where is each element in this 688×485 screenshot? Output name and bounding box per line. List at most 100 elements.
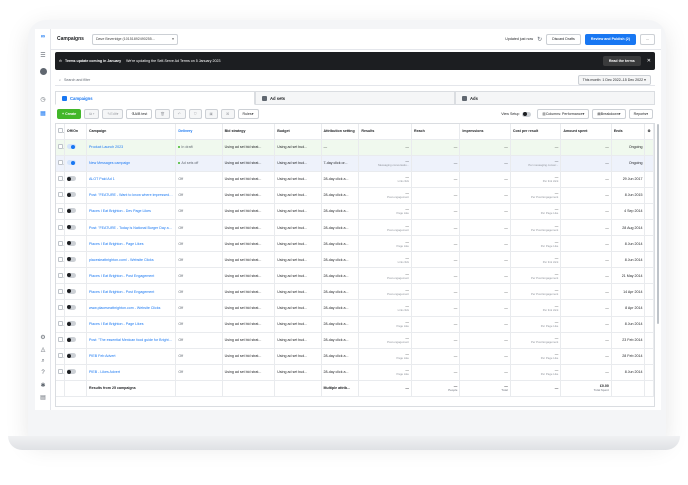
row-checkbox[interactable] <box>56 283 65 301</box>
campaign-toggle[interactable] <box>64 155 87 172</box>
table-row[interactable]: Places I Eat Brighton - Page Likes Off Usi… <box>56 235 654 253</box>
discard-drafts-button[interactable]: Discard Drafts <box>546 33 581 45</box>
tag-icon[interactable]: ⌘ <box>220 109 235 119</box>
campaign-toggle[interactable] <box>64 348 87 365</box>
columns-button[interactable]: ▥ Columns: Performance ▾ <box>537 109 590 119</box>
col-amount-spent[interactable]: Amount spent <box>560 124 612 140</box>
campaign-name-link[interactable]: Places I Eat Brighton - Post Engagement <box>86 283 177 301</box>
col-off-on[interactable]: Off/On <box>64 124 87 140</box>
col-attribution[interactable]: Attribution setting <box>321 124 360 140</box>
row-checkbox[interactable] <box>56 251 65 269</box>
read-terms-button[interactable]: Read the terms <box>602 56 641 66</box>
menu-icon[interactable]: ☰ <box>39 51 47 59</box>
campaign-name-link[interactable]: Post: "The essential Mexican food guide … <box>86 332 177 349</box>
campaign-name-link[interactable]: Places I Eat Brighton - Post Engagement <box>86 267 177 285</box>
campaign-name-link[interactable]: placesieatbrighton.com/ - Website Clicks <box>86 251 177 269</box>
table-row[interactable]: Post: "FEATURE - Want to know where impr… <box>56 187 654 204</box>
campaign-name-link[interactable]: Places I Eat Brighton - Page Likes <box>86 316 177 333</box>
campaign-name-link[interactable]: Product Launch 2023 <box>86 139 177 156</box>
table-row[interactable]: Product Launch 2023 In draft Using ad set … <box>56 139 654 156</box>
campaign-toggle[interactable] <box>64 235 87 253</box>
campaign-name-link[interactable]: PIEB - Likes Advert <box>86 364 177 381</box>
col-campaign[interactable]: Campaign <box>86 124 177 140</box>
create-button[interactable]: + Create <box>57 109 82 119</box>
campaign-toggle[interactable] <box>64 299 87 317</box>
tab-campaigns[interactable]: Campaigns <box>55 91 255 105</box>
row-checkbox[interactable] <box>56 235 65 253</box>
settings-icon[interactable]: ⚙ <box>644 124 654 140</box>
col-budget[interactable]: Budget <box>274 124 322 140</box>
close-icon[interactable]: ✕ <box>647 58 651 64</box>
ab-test-button[interactable]: ⚗ A/B test <box>126 109 153 119</box>
table-row[interactable]: placesieatbrighton.com/ - Website Clicks… <box>56 251 654 269</box>
row-checkbox[interactable] <box>56 139 65 156</box>
bug-icon[interactable]: ✱ <box>39 381 47 389</box>
avatar[interactable] <box>39 67 47 75</box>
search-input[interactable]: Search and filter <box>64 78 90 82</box>
col-ends[interactable]: Ends <box>611 124 646 140</box>
refresh-icon[interactable]: ↻ <box>537 36 542 43</box>
campaign-toggle[interactable] <box>64 139 87 156</box>
campaign-toggle[interactable] <box>64 187 87 204</box>
row-checkbox[interactable] <box>56 316 65 333</box>
campaign-toggle[interactable] <box>64 251 87 269</box>
col-impressions[interactable]: Impressions <box>459 124 511 140</box>
delete-icon[interactable]: 🗑 <box>155 109 170 119</box>
campaign-name-link[interactable]: Post: "FEATURE - Want to know where impr… <box>86 187 177 204</box>
campaign-name-link[interactable]: New Messages campaign <box>86 155 177 172</box>
overview-icon[interactable]: ◷ <box>39 95 47 103</box>
col-cost-per-result[interactable]: Cost per result <box>510 124 562 140</box>
date-range-picker[interactable]: This month: 1 Dec 2022–15 Dec 2022 ▾ <box>577 74 651 85</box>
rules-button[interactable]: Rules ▾ <box>237 109 259 119</box>
campaigns-icon[interactable]: ▦ <box>39 109 47 117</box>
more-options-button[interactable]: ... <box>640 33 655 45</box>
breakdown-button[interactable]: ▤ Breakdown ▾ <box>592 109 626 119</box>
help-icon[interactable]: ? <box>39 369 47 377</box>
row-checkbox[interactable] <box>56 299 65 317</box>
row-checkbox[interactable] <box>56 219 65 237</box>
col-reach[interactable]: Reach <box>411 124 461 140</box>
campaign-name-link[interactable]: ALOT Paid Ad 1 <box>86 171 177 188</box>
campaign-toggle[interactable] <box>64 219 87 237</box>
campaign-name-link[interactable]: www.placeseatbrighton.com - Website Clic… <box>86 299 177 317</box>
table-row[interactable]: New Messages campaign Ad sets off Using ad… <box>56 155 654 172</box>
campaign-name-link[interactable]: Places I Eat Brighton - Dev Page Likes <box>86 203 177 220</box>
view-setup-toggle[interactable] <box>522 111 532 117</box>
campaign-toggle[interactable] <box>64 203 87 220</box>
row-checkbox[interactable] <box>56 187 65 204</box>
table-row[interactable]: Places I Eat Brighton - Page Likes Off Usi… <box>56 316 654 333</box>
row-checkbox[interactable] <box>56 203 65 220</box>
row-checkbox[interactable] <box>56 332 65 349</box>
tab-ad-sets[interactable]: Ad sets <box>255 91 455 105</box>
campaign-toggle[interactable] <box>64 316 87 333</box>
row-checkbox[interactable] <box>56 171 65 188</box>
campaign-toggle[interactable] <box>64 332 87 349</box>
reports-button[interactable]: Reports ▾ <box>628 109 653 119</box>
campaign-name-link[interactable]: Places I Eat Brighton - Page Likes <box>86 235 177 253</box>
tab-ads[interactable]: Ads <box>455 91 655 105</box>
campaign-toggle[interactable] <box>64 267 87 285</box>
table-row[interactable]: Post: "FEATURE - Today is National Burge… <box>56 219 654 237</box>
col-results[interactable]: Results <box>358 124 412 140</box>
table-row[interactable]: PIEB Feb Advert Off Using ad set bid strat… <box>56 348 654 365</box>
search-icon[interactable]: ⌕ <box>39 357 47 365</box>
review-publish-button[interactable]: Review and Publish (2) <box>584 33 636 45</box>
campaign-name-link[interactable]: PIEB Feb Advert <box>86 348 177 365</box>
select-all-checkbox[interactable] <box>56 124 65 140</box>
campaign-toggle[interactable] <box>64 171 87 188</box>
col-bid-strategy[interactable]: Bid strategy <box>222 124 276 140</box>
duplicate-button[interactable]: ⧉ ▾ <box>84 109 100 119</box>
preview-icon[interactable]: ▣ <box>204 109 218 119</box>
table-row[interactable]: Places I Eat Brighton - Post Engagement O… <box>56 283 654 301</box>
row-checkbox[interactable] <box>56 348 65 365</box>
campaign-toggle[interactable] <box>64 364 87 381</box>
table-row[interactable]: www.placeseatbrighton.com - Website Clic… <box>56 299 654 317</box>
col-delivery[interactable]: Delivery <box>175 124 223 140</box>
table-row[interactable]: ALOT Paid Ad 1 Off Using ad set bid strat.… <box>56 171 654 188</box>
campaign-name-link[interactable]: Post: "FEATURE - Today is National Burge… <box>86 219 177 237</box>
edit-button[interactable]: ✎ Edit ▾ <box>102 109 124 119</box>
account-selector[interactable]: Dave Beveridge (10151892490255... ▾ <box>91 33 178 45</box>
row-checkbox[interactable] <box>56 364 65 381</box>
notifications-icon[interactable]: ◬ <box>39 345 47 353</box>
table-scrollbar[interactable] <box>657 124 659 324</box>
